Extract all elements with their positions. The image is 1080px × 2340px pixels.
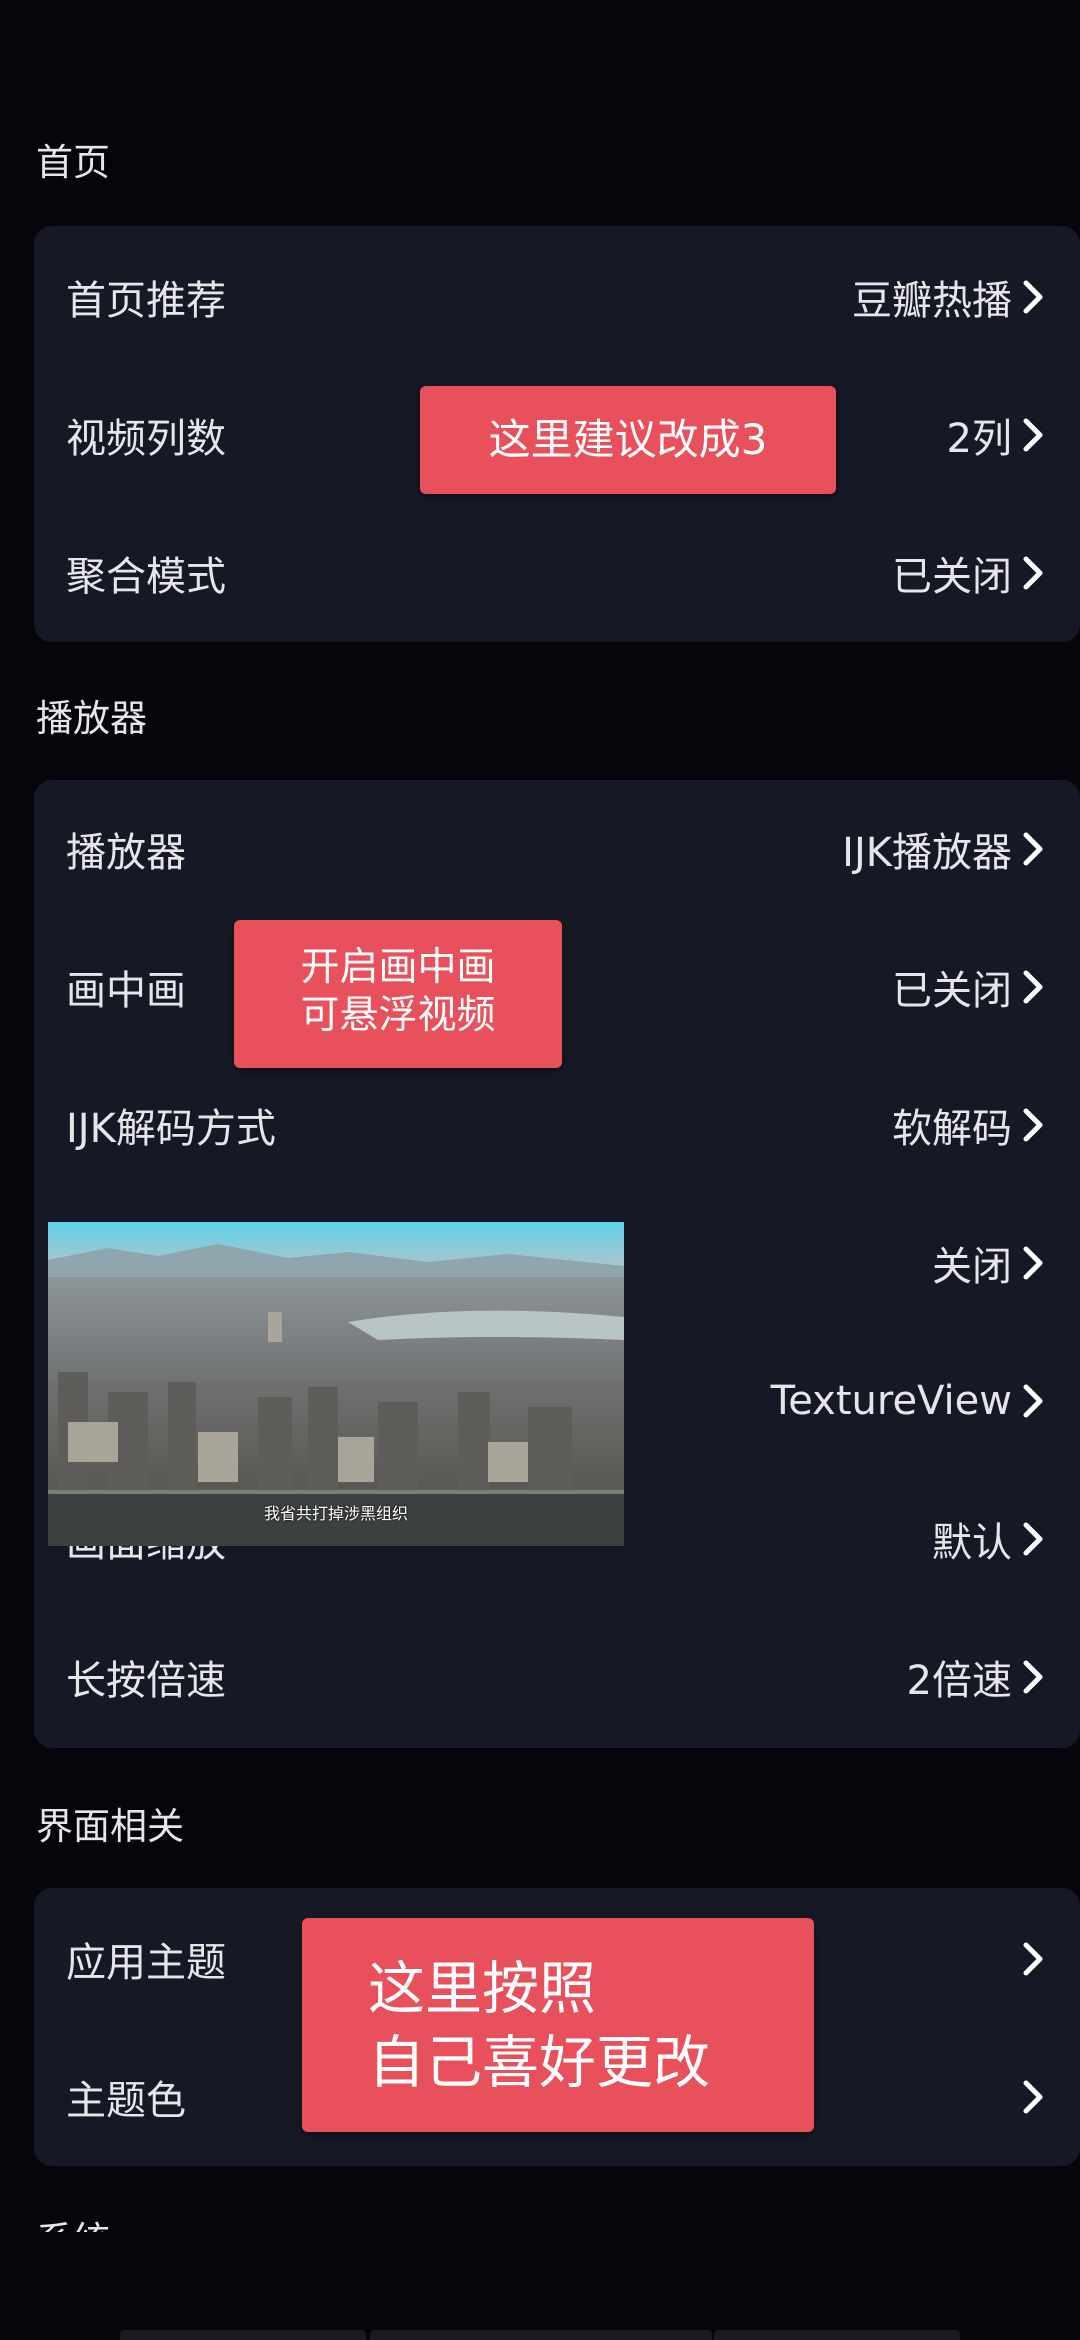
setting-row-home-recommend[interactable]: 首页推荐 豆瓣热播 — [34, 228, 1080, 366]
chevron-right-icon — [1023, 1384, 1043, 1418]
annotation-theme-tip: 这里按照 自己喜好更改 — [302, 1918, 814, 2132]
setting-value: IJK播放器 — [842, 830, 1012, 876]
annotation-text: 可悬浮视频 — [300, 993, 496, 1038]
bottom-area — [0, 2232, 1080, 2340]
setting-label: IJK解码方式 — [66, 1106, 276, 1152]
annotation-text: 这里按照 — [368, 1956, 596, 2022]
setting-value: TextureView — [770, 1378, 1012, 1424]
setting-value: 关闭 — [932, 1244, 1012, 1290]
setting-value: 已关闭 — [892, 554, 1012, 600]
setting-label: 画中画 — [66, 968, 186, 1014]
chevron-right-icon — [1023, 280, 1043, 314]
setting-label: 首页推荐 — [66, 278, 226, 324]
setting-value: 豆瓣热播 — [852, 278, 1012, 324]
setting-value: 2列 — [946, 416, 1012, 462]
setting-row-long-press-speed[interactable]: 长按倍速 2倍速 — [34, 1608, 1080, 1746]
bottom-nav-item[interactable] — [370, 2330, 712, 2340]
setting-label: 主题色 — [66, 2078, 186, 2124]
section-title-ui: 界面相关 — [36, 1805, 184, 1848]
pip-video-window[interactable]: 我省共打掉涉黑组织 — [48, 1222, 624, 1546]
setting-value: 软解码 — [892, 1106, 1012, 1152]
annotation-text: 这里建议改成3 — [488, 415, 768, 464]
section-title-player: 播放器 — [36, 697, 147, 740]
setting-row-player[interactable]: 播放器 IJK播放器 — [34, 780, 1080, 918]
setting-value: 2倍速 — [906, 1658, 1012, 1704]
pip-video-frame — [48, 1222, 624, 1546]
setting-row-ijk-decode[interactable]: IJK解码方式 软解码 — [34, 1056, 1080, 1194]
setting-label: 长按倍速 — [66, 1658, 226, 1704]
annotation-columns-tip: 这里建议改成3 — [420, 386, 836, 494]
annotation-text: 自己喜好更改 — [368, 2030, 710, 2096]
chevron-right-icon — [1023, 1108, 1043, 1142]
setting-label: 聚合模式 — [66, 554, 226, 600]
chevron-right-icon — [1023, 1942, 1043, 1976]
bottom-nav-item[interactable] — [120, 2330, 366, 2340]
chevron-right-icon — [1023, 970, 1043, 1004]
chevron-right-icon — [1023, 556, 1043, 590]
chevron-right-icon — [1023, 1522, 1043, 1556]
setting-label: 应用主题 — [66, 1940, 226, 1986]
setting-value: 已关闭 — [892, 968, 1012, 1014]
chevron-right-icon — [1023, 1660, 1043, 1694]
setting-label: 视频列数 — [66, 416, 226, 462]
annotation-pip-tip: 开启画中画 可悬浮视频 — [234, 920, 562, 1068]
setting-value: 默认 — [932, 1520, 1012, 1566]
video-subtitle: 我省共打掉涉黑组织 — [263, 1504, 408, 1523]
annotation-text: 开启画中画 — [300, 945, 496, 990]
setting-row-aggregate-mode[interactable]: 聚合模式 已关闭 — [34, 504, 1080, 642]
chevron-right-icon — [1023, 418, 1043, 452]
chevron-right-icon — [1023, 832, 1043, 866]
section-title-home: 首页 — [36, 141, 110, 184]
setting-label: 播放器 — [66, 830, 186, 876]
chevron-right-icon — [1023, 1246, 1043, 1280]
bottom-nav-item[interactable] — [714, 2330, 960, 2340]
chevron-right-icon — [1023, 2080, 1043, 2114]
